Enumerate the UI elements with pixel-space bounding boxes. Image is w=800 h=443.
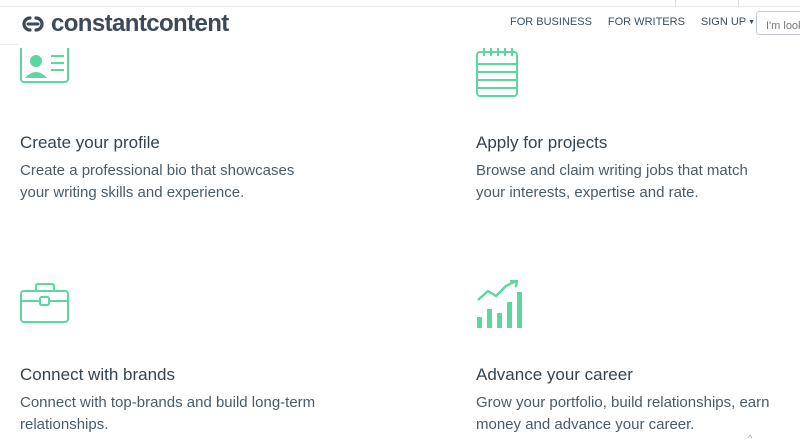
divider (0, 44, 18, 45)
briefcase-icon (20, 283, 69, 323)
feature-description-line: relationships. (20, 416, 109, 433)
feature-description-line: Connect with top-brands and build long-t… (20, 394, 316, 411)
nav-for-business[interactable]: FOR BUSINESS (510, 16, 592, 28)
feature-description-line: your writing skills and experience. (20, 184, 245, 201)
search-input[interactable] (756, 11, 800, 35)
feature-connect-brands: Connect with brands Connect with top-bra… (20, 230, 340, 442)
logo-text: constantcontent (51, 10, 229, 37)
nav-sign-up[interactable]: SIGN UP ▼ (701, 16, 755, 28)
feature-title: Connect with brands (20, 365, 175, 384)
feature-title: Apply for projects (476, 133, 608, 152)
divider (738, 0, 739, 7)
nav-sign-up-label: SIGN UP (700, 16, 747, 28)
nav-for-writers[interactable]: FOR WRITERS (608, 16, 685, 28)
feature-description: Create a professional bio that showcases… (20, 160, 350, 204)
top-navigation-bar: constantcontent FOR BUSINESS FOR WRITERS… (0, 0, 800, 46)
feature-title: Advance your career (476, 365, 633, 384)
feature-description-line: money and advance your career. (476, 416, 695, 433)
feature-title: Create your profile (20, 133, 160, 152)
divider (0, 6, 800, 7)
feature-description-line: your interests, expertise and rate. (476, 184, 699, 201)
feature-description-line: Grow your portfolio, build relationships… (476, 394, 770, 411)
logo-link[interactable]: constantcontent (19, 9, 229, 39)
growth-chart-icon (477, 280, 522, 328)
feature-advance-career: Advance your career Grow your portfolio,… (476, 230, 796, 442)
feature-description: Connect with top-brands and build long-t… (20, 392, 350, 436)
main-nav: FOR BUSINESS FOR WRITERS SIGN UP ▼ (510, 16, 771, 28)
feature-description-line: Browse and claim writing jobs that match (476, 162, 748, 179)
divider (675, 0, 676, 7)
caret-down-icon: ▼ (748, 19, 756, 26)
logo-mark-icon (22, 16, 44, 32)
profile-card-icon (20, 48, 69, 83)
feature-description: Browse and claim writing jobs that match… (476, 160, 800, 204)
feature-description: Grow your portfolio, build relationships… (476, 392, 800, 436)
notepad-icon (476, 48, 518, 97)
feature-description-line: Create a professional bio that showcases (20, 162, 295, 179)
